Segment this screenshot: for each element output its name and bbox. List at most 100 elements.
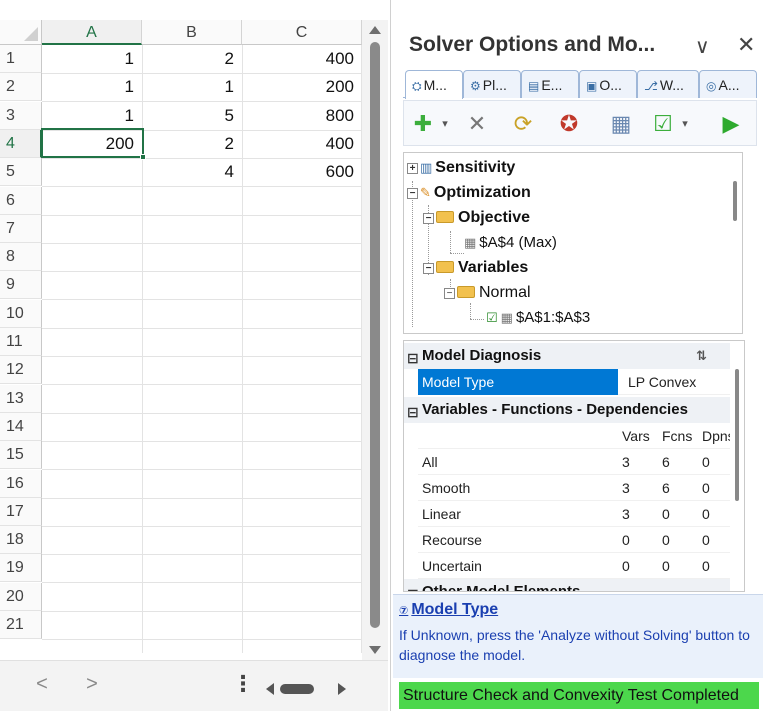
cell-b3[interactable]: 5 bbox=[142, 102, 242, 130]
vfd-row-linear[interactable]: Linear 3 0 0 bbox=[418, 501, 744, 527]
cell-c4[interactable]: 400 bbox=[242, 130, 362, 158]
sort-icon[interactable]: ⇅ bbox=[696, 343, 707, 369]
row-header-17[interactable]: 17 bbox=[0, 497, 42, 526]
vertical-scrollbar[interactable] bbox=[362, 20, 388, 660]
row-header-21[interactable]: 21 bbox=[0, 611, 42, 639]
tree-node-normal[interactable]: − Normal bbox=[444, 284, 531, 302]
category-model-diagnosis[interactable]: ⊟ Model Diagnosis ⇅ bbox=[404, 343, 744, 369]
pane-close-button[interactable]: ✕ bbox=[737, 32, 755, 58]
vfd-row-recourse[interactable]: Recourse 0 0 0 bbox=[418, 527, 744, 553]
tree-node-optimization[interactable]: − ✎ Optimization bbox=[407, 184, 531, 202]
row-header-2[interactable]: 2 bbox=[0, 73, 42, 102]
add-dropdown-icon[interactable]: ▾ bbox=[432, 111, 458, 137]
vfd-row-uncertain[interactable]: Uncertain 0 0 0 bbox=[418, 553, 744, 579]
tree-node-sensitivity[interactable]: + ▥ Sensitivity bbox=[407, 159, 515, 177]
collapse-icon[interactable]: − bbox=[444, 288, 455, 299]
column-header-a[interactable]: A bbox=[42, 20, 142, 45]
cell-c5[interactable]: 600 bbox=[242, 158, 362, 186]
cell-b4[interactable]: 2 bbox=[142, 130, 242, 158]
cell-c3[interactable]: 800 bbox=[242, 102, 362, 130]
pane-options-chevron-icon[interactable]: ∨ bbox=[695, 34, 710, 59]
expand-icon[interactable]: + bbox=[407, 163, 418, 174]
row-header-16[interactable]: 16 bbox=[0, 469, 42, 498]
tab-engine[interactable]: ▤ E... bbox=[521, 70, 579, 98]
scroll-right-icon[interactable] bbox=[338, 683, 346, 695]
reset-icon[interactable]: ✪ bbox=[556, 111, 582, 137]
tree-node-variables[interactable]: − Variables bbox=[423, 259, 528, 277]
tree-node-objective-cell[interactable]: ▦ $A$4 (Max) bbox=[464, 234, 557, 251]
scroll-up-icon[interactable] bbox=[369, 26, 381, 34]
delete-icon[interactable]: ✕ bbox=[464, 111, 490, 137]
property-scroll-thumb[interactable] bbox=[735, 369, 739, 501]
cell-b5[interactable]: 4 bbox=[142, 158, 242, 186]
property-grid-scrollbar[interactable] bbox=[730, 341, 744, 591]
collapse-icon[interactable]: − bbox=[423, 263, 434, 274]
row-header-10[interactable]: 10 bbox=[0, 299, 42, 328]
row-header-18[interactable]: 18 bbox=[0, 526, 42, 555]
row-header-7[interactable]: 7 bbox=[0, 214, 42, 243]
column-header-c[interactable]: C bbox=[242, 20, 362, 45]
cell-b2[interactable]: 1 bbox=[142, 73, 242, 101]
select-all-corner[interactable] bbox=[0, 20, 42, 45]
row-header-13[interactable]: 13 bbox=[0, 384, 42, 413]
cell-c2[interactable]: 200 bbox=[242, 73, 362, 101]
cell-b1[interactable]: 2 bbox=[142, 45, 242, 73]
category-other-model-elements[interactable]: ⊟Other Model Elements bbox=[404, 579, 744, 591]
row-header-19[interactable]: 19 bbox=[0, 554, 42, 583]
grid-view-icon[interactable]: ▦ bbox=[608, 111, 634, 137]
cell-a5[interactable] bbox=[42, 158, 142, 186]
vfd-row-smooth[interactable]: Smooth 3 6 0 bbox=[418, 475, 744, 501]
collapse-icon[interactable]: ⊟ bbox=[407, 581, 419, 591]
collapse-icon[interactable]: − bbox=[407, 188, 418, 199]
row-header-8[interactable]: 8 bbox=[0, 243, 42, 272]
vfd-row-all[interactable]: All 3 6 0 bbox=[418, 449, 744, 475]
column-header-b[interactable]: B bbox=[142, 20, 242, 45]
tree-scroll-thumb[interactable] bbox=[733, 181, 737, 221]
row-header-9[interactable]: 9 bbox=[0, 271, 42, 300]
scroll-left-icon[interactable] bbox=[266, 683, 274, 695]
solve-play-icon[interactable]: ▶ bbox=[718, 111, 744, 137]
tree-node-objective[interactable]: − Objective bbox=[423, 209, 530, 227]
collapse-icon[interactable]: ⊟ bbox=[407, 345, 419, 371]
row-header-5[interactable]: 5 bbox=[0, 158, 42, 187]
tree-scrollbar[interactable] bbox=[728, 153, 742, 333]
model-tab-icon: ⛭ bbox=[412, 79, 422, 93]
sheet-prev-button[interactable]: < bbox=[30, 673, 54, 696]
row-header-3[interactable]: 3 bbox=[0, 101, 42, 130]
tab-model[interactable]: ⛭ M... bbox=[405, 70, 463, 99]
row-header-11[interactable]: 11 bbox=[0, 328, 42, 356]
row-header-14[interactable]: 14 bbox=[0, 412, 42, 441]
scroll-down-icon[interactable] bbox=[369, 646, 381, 654]
row-header-6[interactable]: 6 bbox=[0, 186, 42, 215]
more-options-icon[interactable]: ⋮ bbox=[232, 671, 254, 697]
row-header-4[interactable]: 4 bbox=[0, 129, 42, 158]
model-tree[interactable]: + ▥ Sensitivity − ✎ Optimization − Objective … bbox=[403, 152, 743, 334]
row-header-15[interactable]: 15 bbox=[0, 441, 42, 470]
analyze-dropdown-icon[interactable]: ▾ bbox=[672, 111, 698, 137]
property-grid[interactable]: ⊟ Model Diagnosis ⇅ Model Type LP Convex ⊟… bbox=[403, 340, 745, 592]
tab-assistant[interactable]: ◎ A... bbox=[699, 70, 757, 98]
vfd-dpns: 0 bbox=[702, 454, 710, 470]
vertical-scroll-thumb[interactable] bbox=[370, 42, 380, 628]
cell-a2[interactable]: 1 bbox=[42, 73, 142, 101]
category-variables-functions-dependencies[interactable]: ⊟ Variables - Functions - Dependencies bbox=[404, 397, 744, 423]
row-header-12[interactable]: 12 bbox=[0, 356, 42, 385]
collapse-icon[interactable]: − bbox=[423, 213, 434, 224]
property-row-model-type[interactable]: Model Type LP Convex bbox=[418, 369, 744, 395]
fill-handle[interactable] bbox=[140, 154, 146, 160]
cell-c1[interactable]: 400 bbox=[242, 45, 362, 73]
refresh-model-icon[interactable]: ⟳ bbox=[510, 111, 536, 137]
help-title-link[interactable]: ⑦ Model Type bbox=[399, 601, 498, 619]
tab-platform[interactable]: ⚙ Pl... bbox=[463, 70, 521, 98]
tab-output[interactable]: ▣ O... bbox=[579, 70, 637, 98]
tree-node-var-range[interactable]: ☑ ▦ $A$1:$A$3 bbox=[486, 309, 590, 326]
spreadsheet-grid[interactable]: A B C 1 2 3 4 5 6 7 8 9 10 11 12 13 14 15 16 17 18 19 20 21 … bbox=[0, 0, 388, 711]
sheet-next-button[interactable]: > bbox=[80, 673, 104, 696]
collapse-icon[interactable]: ⊟ bbox=[407, 399, 419, 425]
cell-a1[interactable]: 1 bbox=[42, 45, 142, 73]
row-header-20[interactable]: 20 bbox=[0, 582, 42, 611]
cell-a3[interactable]: 1 bbox=[42, 102, 142, 130]
horizontal-scroll-thumb[interactable] bbox=[280, 684, 314, 694]
tab-workflow[interactable]: ⎇ W... bbox=[637, 70, 699, 98]
row-header-1[interactable]: 1 bbox=[0, 45, 42, 73]
